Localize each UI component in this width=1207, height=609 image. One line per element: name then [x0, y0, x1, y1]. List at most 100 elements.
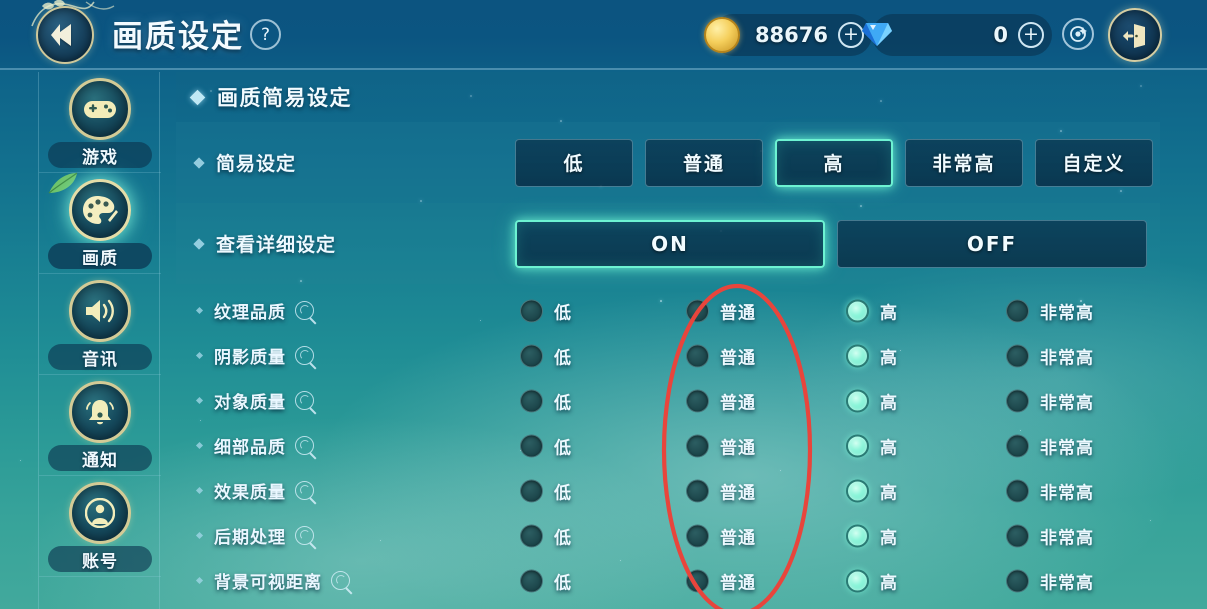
radio-button[interactable] [686, 524, 709, 547]
radio-button[interactable] [686, 569, 709, 592]
radio-button[interactable] [686, 479, 709, 502]
magnifier-icon[interactable] [295, 436, 314, 455]
radio-option-2[interactable]: 高 [846, 343, 898, 368]
radio-button[interactable] [1006, 524, 1029, 547]
detail-toggle-label: 查看详细设定 [216, 234, 337, 256]
radio-button[interactable] [686, 344, 709, 367]
magnifier-icon[interactable] [295, 301, 314, 320]
radio-button[interactable] [520, 299, 543, 322]
radio-option-label: 低 [554, 348, 572, 368]
magnifier-icon[interactable] [295, 346, 314, 365]
sidebar-item-account[interactable]: 账号 [39, 476, 161, 577]
radio-button[interactable] [846, 569, 869, 592]
radio-option-1[interactable]: 普通 [686, 568, 756, 593]
radio-option-label: 高 [880, 438, 898, 458]
radio-option-1[interactable]: 普通 [686, 298, 756, 323]
radio-option-2[interactable]: 高 [846, 568, 898, 593]
radio-button[interactable] [846, 299, 869, 322]
option-radio-group: 低 普通 高 非常高 [506, 513, 1146, 558]
radio-button[interactable] [686, 389, 709, 412]
radio-option-0[interactable]: 低 [520, 523, 572, 548]
radio-option-1[interactable]: 普通 [686, 523, 756, 548]
bullet-icon [195, 441, 204, 450]
sidebar-item-graphics[interactable]: 画质 [39, 172, 161, 274]
radio-option-0[interactable]: 低 [520, 433, 572, 458]
radio-button[interactable] [520, 434, 543, 457]
star-dot [20, 460, 22, 462]
preset-button-2[interactable]: 高 [775, 138, 893, 187]
radio-option-0[interactable]: 低 [520, 478, 572, 503]
detail-toggle-off-button[interactable]: OFF [837, 219, 1147, 268]
radio-button[interactable] [1006, 569, 1029, 592]
radio-option-0[interactable]: 低 [520, 343, 572, 368]
detail-toggle-row: 查看详细设定 ON OFF [176, 203, 1160, 284]
radio-button[interactable] [1006, 299, 1029, 322]
radio-button[interactable] [686, 434, 709, 457]
preset-button-0[interactable]: 低 [515, 138, 633, 187]
add-gem-button[interactable]: + [1018, 22, 1044, 48]
radio-button[interactable] [1006, 434, 1029, 457]
radio-button[interactable] [1006, 344, 1029, 367]
radio-button[interactable] [846, 389, 869, 412]
section-title: 画质简易设定 [217, 86, 352, 110]
radio-option-1[interactable]: 普通 [686, 343, 756, 368]
preset-button-4[interactable]: 自定义 [1035, 138, 1153, 187]
radio-option-3[interactable]: 非常高 [1006, 478, 1094, 503]
detail-settings-list: 纹理品质低普通高非常高 阴影质量低普通高非常高 对象质量低普通高非常高 细部品质低普通… [176, 288, 1160, 603]
radio-option-1[interactable]: 普通 [686, 433, 756, 458]
radio-button[interactable] [686, 299, 709, 322]
radio-option-2[interactable]: 高 [846, 388, 898, 413]
detail-setting-row: 背景可视距离 低 普通 高 非常高 [176, 558, 1160, 603]
radio-option-3[interactable]: 非常高 [1006, 523, 1094, 548]
radio-button[interactable] [846, 524, 869, 547]
radio-button[interactable] [1006, 479, 1029, 502]
radio-option-2[interactable]: 高 [846, 433, 898, 458]
radio-option-3[interactable]: 非常高 [1006, 433, 1094, 458]
sidebar-item-game[interactable]: 游戏 [39, 72, 161, 173]
radio-option-0[interactable]: 低 [520, 298, 572, 323]
detail-toggle-group: ON OFF [515, 219, 1147, 268]
radio-option-3[interactable]: 非常高 [1006, 298, 1094, 323]
settings-content-panel: 画质简易设定 简易设定 低普通高非常高 自定义 查看详细设定 ON OFF 纹理品质… [176, 72, 1160, 609]
detail-toggle-on-button[interactable]: ON [515, 219, 825, 268]
gem-currency-display: 0 + [862, 14, 1052, 56]
radio-option-3[interactable]: 非常高 [1006, 568, 1094, 593]
magnifier-icon[interactable] [295, 391, 314, 410]
palette-icon [83, 196, 118, 224]
radio-option-label: 普通 [720, 438, 756, 458]
radio-option-label: 普通 [720, 303, 756, 323]
target-icon-button[interactable] [1062, 18, 1094, 50]
radio-button[interactable] [520, 569, 543, 592]
radio-option-0[interactable]: 低 [520, 388, 572, 413]
radio-option-2[interactable]: 高 [846, 298, 898, 323]
radio-option-1[interactable]: 普通 [686, 478, 756, 503]
exit-button[interactable] [1108, 8, 1162, 62]
radio-option-label: 高 [880, 573, 898, 593]
radio-button[interactable] [846, 344, 869, 367]
radio-button[interactable] [520, 344, 543, 367]
diamond-icon [862, 23, 892, 46]
radio-button[interactable] [520, 524, 543, 547]
radio-option-1[interactable]: 普通 [686, 388, 756, 413]
radio-button[interactable] [1006, 389, 1029, 412]
back-button[interactable] [36, 6, 94, 64]
preset-button-1[interactable]: 普通 [645, 138, 763, 187]
radio-button[interactable] [520, 479, 543, 502]
magnifier-icon[interactable] [295, 481, 314, 500]
magnifier-icon[interactable] [331, 571, 350, 590]
radio-option-3[interactable]: 非常高 [1006, 388, 1094, 413]
radio-button[interactable] [846, 479, 869, 502]
sidebar-item-audio[interactable]: 音讯 [39, 274, 161, 375]
radio-button[interactable] [846, 434, 869, 457]
radio-option-2[interactable]: 高 [846, 523, 898, 548]
option-radio-group: 低 普通 高 非常高 [506, 468, 1146, 513]
help-button[interactable]: ? [250, 19, 281, 50]
radio-option-2[interactable]: 高 [846, 478, 898, 503]
preset-button-3[interactable]: 非常高 [905, 138, 1023, 187]
sidebar-item-notification[interactable]: 通知 [39, 375, 161, 476]
radio-button[interactable] [520, 389, 543, 412]
magnifier-icon[interactable] [295, 526, 314, 545]
radio-option-label: 低 [554, 573, 572, 593]
radio-option-3[interactable]: 非常高 [1006, 343, 1094, 368]
radio-option-0[interactable]: 低 [520, 568, 572, 593]
